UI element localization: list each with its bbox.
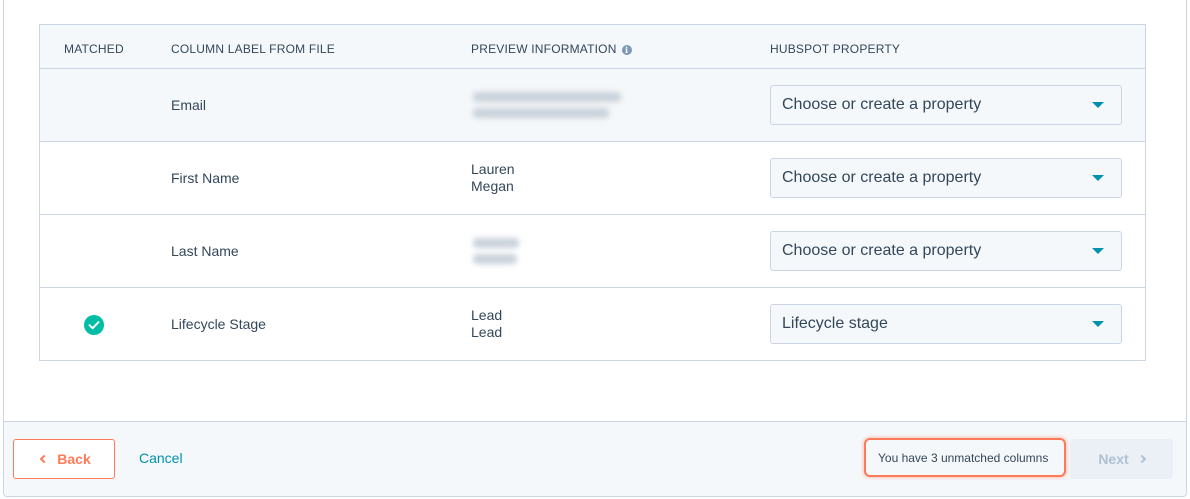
back-button[interactable]: Back [13,439,115,479]
property-select-value: Choose or create a property [782,242,982,259]
unmatched-columns-notice: You have 3 unmatched columns [864,438,1066,477]
preview-value: Lauren [471,161,515,177]
info-icon[interactable]: i [621,45,632,55]
preview-values: Lauren Megan [471,161,515,195]
column-label: First Name [171,170,240,186]
property-select-value: Choose or create a property [782,169,982,186]
property-select[interactable]: Choose or create a property [770,231,1122,271]
property-select-value: Choose or create a property [782,96,982,113]
header-property: HUBSPOT PROPERTY [770,42,901,56]
property-select[interactable]: Lifecycle stage [770,304,1122,344]
caret-down-icon [1092,248,1104,254]
table-row: Lifecycle Stage Lead Lead Lifecycle stag… [40,288,1145,360]
header-preview: PREVIEW INFORMATION i [471,42,632,56]
check-circle-icon [84,315,104,335]
preview-value: Lead [471,307,503,323]
chevron-left-icon [40,454,49,464]
caret-down-icon [1092,175,1104,181]
back-button-label: Back [57,451,91,467]
column-label: Last Name [171,243,239,259]
table-row: Email Choose or create a property [40,69,1145,142]
column-label: Lifecycle Stage [171,316,266,332]
preview-value: Lead [471,324,503,340]
mapping-table: MATCHED COLUMN LABEL FROM FILE PREVIEW I… [39,24,1146,361]
next-button-label: Next [1098,451,1129,467]
header-column-label: COLUMN LABEL FROM FILE [171,42,335,56]
property-select[interactable]: Choose or create a property [770,158,1122,198]
caret-down-icon [1092,102,1104,108]
footer-bar: Back Cancel You have 3 unmatched columns… [4,421,1186,496]
table-row: First Name Lauren Megan Choose or create… [40,142,1145,215]
column-label: Email [171,97,207,113]
header-matched: MATCHED [64,42,124,56]
chevron-right-icon [1137,454,1146,464]
property-select[interactable]: Choose or create a property [770,85,1122,125]
table-row: Last Name Choose or create a property [40,215,1145,288]
preview-value: Megan [471,178,514,194]
preview-values: Lead Lead [471,307,502,341]
caret-down-icon [1092,321,1104,327]
cancel-link[interactable]: Cancel [139,450,183,466]
table-header: MATCHED COLUMN LABEL FROM FILE PREVIEW I… [40,25,1145,69]
header-preview-label: PREVIEW INFORMATION [471,42,617,56]
property-select-value: Lifecycle stage [782,315,888,332]
next-button[interactable]: Next [1070,439,1173,479]
import-mapping-panel: MATCHED COLUMN LABEL FROM FILE PREVIEW I… [3,0,1187,497]
